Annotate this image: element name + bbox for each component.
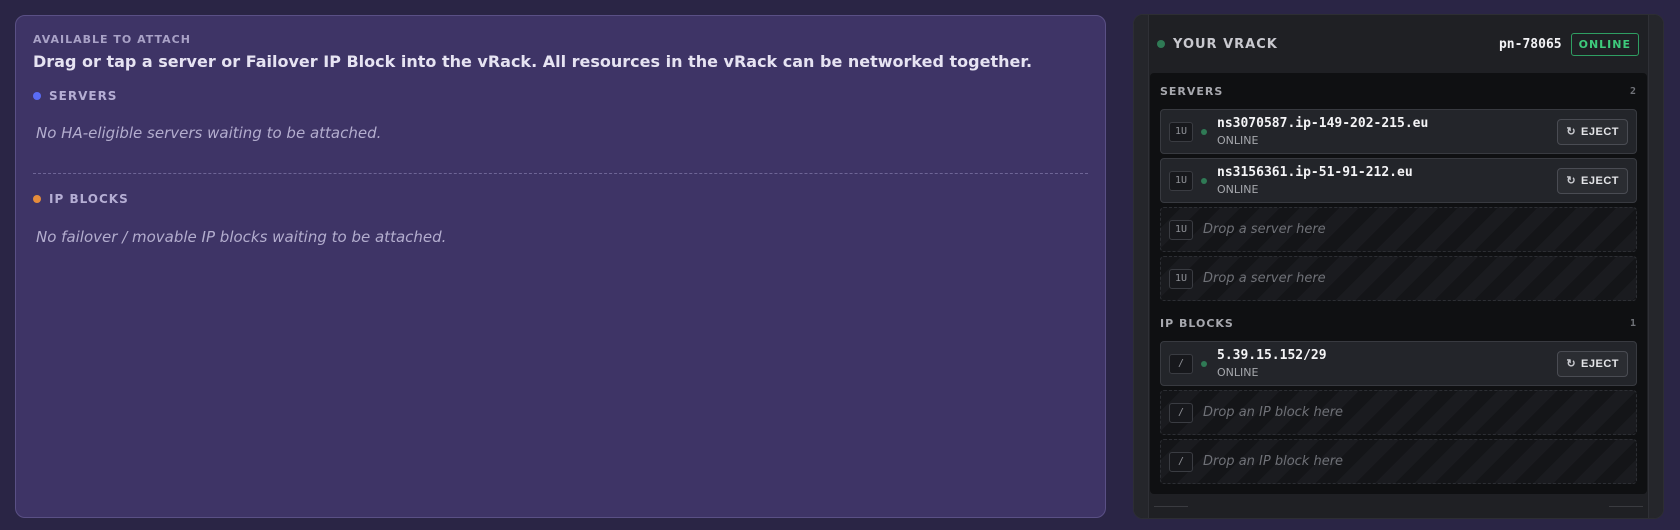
servers-empty-note: No HA-eligible servers waiting to be att… [36,124,382,142]
available-to-attach-panel: AVAILABLE TO ATTACH Drag or tap a server… [15,15,1106,518]
status-led-icon [1201,360,1207,367]
servers-bay-count: 2 [1629,85,1637,97]
servers-bay-label: SERVERS [1160,84,1224,98]
available-ipblocks-heading: IP BLOCKS [33,192,1088,206]
vrack-panel: YOUR VRACK pn-78065 ONLINE SERVERS 2 1U … [1133,14,1664,519]
servers-bay-header: SERVERS 2 [1160,73,1637,109]
server-info: ns3156361.ip-51-91-212.eu ONLINE [1217,165,1413,196]
drop-hint: Drop a server here [1203,222,1326,237]
drop-hint: Drop an IP block here [1203,405,1344,420]
server-status: ONLINE [1217,183,1259,196]
server-name: ns3070587.ip-149-202-215.eu [1217,116,1429,131]
vrack-id: pn-78065 [1498,36,1562,52]
eject-icon: ↻ [1566,358,1577,370]
eject-label: EJECT [1581,357,1619,370]
status-led-icon [1201,128,1207,135]
ipblocks-bay-label: IP BLOCKS [1160,316,1234,330]
eject-icon: ↻ [1566,175,1577,187]
ipblock-drop-slot[interactable]: / Drop an IP block here [1160,390,1637,435]
ipblocks-empty-note: No failover / movable IP blocks waiting … [36,228,447,246]
available-servers-label: SERVERS [49,89,118,103]
ipblock-slot[interactable]: / 5.39.15.152/29 ONLINE ↻ EJECT [1160,341,1637,386]
eject-label: EJECT [1581,125,1619,138]
drop-hint: Drop a server here [1203,271,1326,286]
rack-rail-mark [1154,506,1188,507]
rack-rail-mark [1609,506,1643,507]
unit-tag: / [1169,451,1193,472]
ipblocks-bay-count: 1 [1629,317,1637,329]
server-drop-slot[interactable]: 1U Drop a server here [1160,256,1637,301]
available-ipblocks-label: IP BLOCKS [49,192,129,206]
available-servers-heading: SERVERS [33,89,1088,103]
vrack-footer [1148,494,1649,518]
server-info: ns3070587.ip-149-202-215.eu ONLINE [1217,116,1428,147]
ipblock-name: 5.39.15.152/29 [1217,348,1327,363]
unit-tag: 1U [1169,219,1193,240]
ipblocks-bay-header: IP BLOCKS 1 [1160,305,1637,341]
eject-button[interactable]: ↻ EJECT [1557,118,1628,145]
unit-tag: 1U [1169,170,1193,191]
drop-hint: Drop an IP block here [1203,454,1344,469]
vrack-status-badge: ONLINE [1570,32,1639,56]
unit-tag: 1U [1169,121,1193,142]
eject-button[interactable]: ↻ EJECT [1557,350,1628,377]
available-eyebrow: AVAILABLE TO ATTACH [33,33,191,46]
server-slot[interactable]: 1U ns3070587.ip-149-202-215.eu ONLINE ↻ … [1160,109,1637,154]
eject-label: EJECT [1581,174,1619,187]
server-status: ONLINE [1217,134,1259,147]
eject-icon: ↻ [1566,126,1577,138]
ipblock-status: ONLINE [1217,366,1259,379]
vrack-header: YOUR VRACK pn-78065 ONLINE [1148,15,1649,73]
eject-button[interactable]: ↻ EJECT [1557,167,1628,194]
server-drop-slot[interactable]: 1U Drop a server here [1160,207,1637,252]
section-divider [33,173,1088,174]
available-headline: Drag or tap a server or Failover IP Bloc… [33,52,1033,71]
ipblock-info: 5.39.15.152/29 ONLINE [1217,348,1327,379]
unit-tag: / [1169,402,1193,423]
ipblocks-dot-icon [33,195,41,203]
servers-dot-icon [33,92,41,100]
unit-tag: / [1169,353,1193,374]
status-led-icon [1201,177,1207,184]
server-name: ns3156361.ip-51-91-212.eu [1217,165,1413,180]
unit-tag: 1U [1169,268,1193,289]
ipblock-drop-slot[interactable]: / Drop an IP block here [1160,439,1637,484]
vrack-body: SERVERS 2 1U ns3070587.ip-149-202-215.eu… [1150,73,1647,494]
server-slot[interactable]: 1U ns3156361.ip-51-91-212.eu ONLINE ↻ EJ… [1160,158,1637,203]
vrack-status-led-icon [1157,40,1165,48]
vrack-title: YOUR VRACK [1173,36,1278,52]
